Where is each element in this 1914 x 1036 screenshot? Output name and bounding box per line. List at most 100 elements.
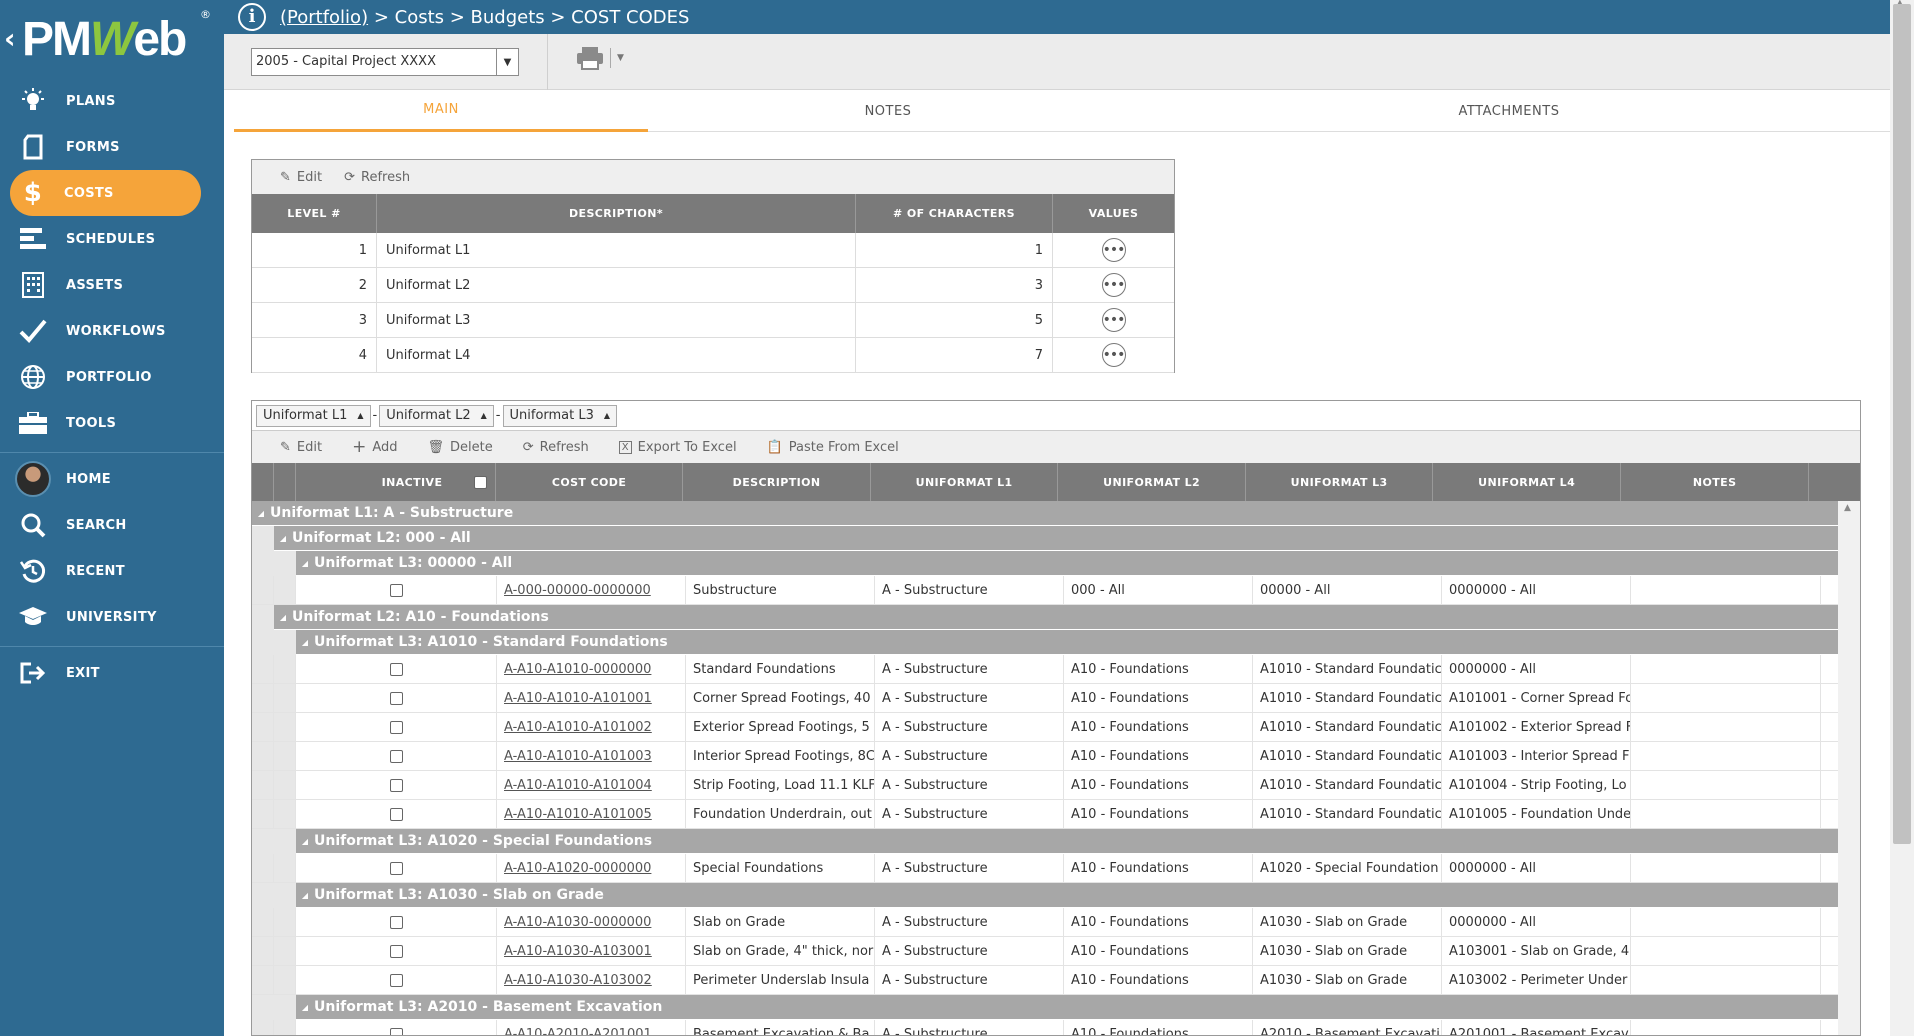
- table-row[interactable]: A-A10-A1010-A101004 Strip Footing, Load 1…: [252, 771, 1838, 800]
- column-header-characters[interactable]: # OF CHARACTERS: [856, 194, 1053, 233]
- inactive-checkbox[interactable]: [389, 861, 403, 875]
- sidebar-item-workflows[interactable]: WORKFLOWS: [0, 308, 224, 354]
- sort-ascending-icon[interactable]: ▲: [357, 411, 363, 420]
- page-scrollbar[interactable]: ▲: [1890, 0, 1914, 1036]
- pmweb-logo[interactable]: ‹ PMWeb ®: [0, 0, 224, 78]
- table-row[interactable]: A-A10-A1030-A103002 Perimeter Underslab I…: [252, 966, 1838, 995]
- edit-button[interactable]: ✎ Edit: [280, 170, 322, 185]
- collapse-chevron-icon[interactable]: ‹: [4, 22, 16, 55]
- collapse-triangle-icon[interactable]: ◢: [274, 613, 292, 622]
- inactive-checkbox[interactable]: [389, 691, 403, 705]
- project-select[interactable]: 2005 - Capital Project XXXX ▼: [251, 48, 519, 76]
- table-row[interactable]: A-A10-A1010-A101002 Exterior Spread Footi…: [252, 713, 1838, 742]
- sidebar-item-portfolio[interactable]: PORTFOLIO: [0, 354, 224, 400]
- refresh-button[interactable]: ⟳ Refresh: [523, 440, 589, 455]
- paste-from-excel-button[interactable]: 📋 Paste From Excel: [767, 440, 899, 455]
- group-row[interactable]: ◢ Uniformat L2: A10 - Foundations: [252, 604, 1838, 630]
- cost-code-link[interactable]: A-A10-A1030-A103002: [504, 973, 652, 988]
- sidebar-item-university[interactable]: UNIVERSITY: [0, 594, 224, 640]
- sort-ascending-icon[interactable]: ▲: [604, 411, 610, 420]
- cost-code-link[interactable]: A-A10-A1010-A101004: [504, 778, 652, 793]
- cost-code-link[interactable]: A-A10-A1030-A103001: [504, 944, 652, 959]
- sort-ascending-icon[interactable]: ▲: [481, 411, 487, 420]
- collapse-triangle-icon[interactable]: ◢: [252, 509, 270, 518]
- cost-code-link[interactable]: A-000-00000-0000000: [504, 583, 651, 598]
- inactive-checkbox[interactable]: [389, 662, 403, 676]
- cost-code-link[interactable]: A-A10-A1010-A101002: [504, 720, 652, 735]
- sidebar-item-assets[interactable]: ASSETS: [0, 262, 224, 308]
- column-header-description[interactable]: DESCRIPTION: [683, 463, 871, 501]
- group-row[interactable]: ◢ Uniformat L3: A1020 - Special Foundatio…: [252, 828, 1838, 854]
- group-by-chip[interactable]: Uniformat L3 ▲: [502, 404, 618, 427]
- table-row[interactable]: A-A10-A1010-0000000 Standard Foundations A…: [252, 655, 1838, 684]
- cost-code-link[interactable]: A-A10-A1010-A101003: [504, 749, 652, 764]
- sidebar-item-costs[interactable]: $ COSTS: [10, 170, 201, 216]
- collapse-triangle-icon[interactable]: ◢: [296, 559, 314, 568]
- tab-main[interactable]: MAIN: [234, 90, 648, 132]
- group-row[interactable]: ◢ Uniformat L3: 00000 - All: [252, 550, 1838, 576]
- table-row[interactable]: 2 Uniformat L2 3 •••: [252, 268, 1174, 303]
- table-row[interactable]: A-A10-A1010-A101001 Corner Spread Footing…: [252, 684, 1838, 713]
- table-row[interactable]: A-A10-A1030-A103001 Slab on Grade, 4" thi…: [252, 937, 1838, 966]
- table-row[interactable]: A-A10-A1010-A101005 Foundation Underdrain…: [252, 800, 1838, 829]
- column-header-values[interactable]: VALUES: [1053, 194, 1174, 233]
- sidebar-item-forms[interactable]: FORMS: [0, 124, 224, 170]
- table-row[interactable]: 1 Uniformat L1 1 •••: [252, 233, 1174, 268]
- collapse-triangle-icon[interactable]: ◢: [274, 534, 292, 543]
- cost-code-link[interactable]: A-A10-A2010-A201001: [504, 1027, 652, 1036]
- inactive-checkbox[interactable]: [389, 1027, 403, 1035]
- table-row[interactable]: A-A10-A1030-0000000 Slab on Grade A - Subs…: [252, 908, 1838, 937]
- column-header-notes[interactable]: NOTES: [1621, 463, 1810, 501]
- scroll-up-icon[interactable]: ▲: [1844, 503, 1851, 513]
- select-all-checkbox[interactable]: [473, 475, 487, 489]
- sidebar-item-search[interactable]: SEARCH: [0, 502, 224, 548]
- inactive-checkbox[interactable]: [389, 720, 403, 734]
- sidebar-item-tools[interactable]: TOOLS: [0, 400, 224, 446]
- cost-code-link[interactable]: A-A10-A1030-0000000: [504, 915, 651, 930]
- info-icon[interactable]: i: [238, 3, 266, 31]
- cost-code-link[interactable]: A-A10-A1010-A101001: [504, 691, 652, 706]
- group-row[interactable]: ◢ Uniformat L2: 000 - All: [252, 525, 1838, 551]
- column-header-cost-code[interactable]: COST CODE: [496, 463, 684, 501]
- values-ellipsis-icon[interactable]: •••: [1101, 273, 1126, 297]
- tab-notes[interactable]: NOTES: [648, 90, 1128, 132]
- scrollbar-thumb[interactable]: [1893, 4, 1911, 844]
- inactive-checkbox[interactable]: [389, 973, 403, 987]
- column-header-level[interactable]: LEVEL #: [252, 194, 377, 233]
- export-to-excel-button[interactable]: X Export To Excel: [618, 440, 737, 455]
- collapse-triangle-icon[interactable]: ◢: [296, 891, 314, 900]
- group-row[interactable]: ◢ Uniformat L1: A - Substructure: [252, 501, 1838, 526]
- cost-code-link[interactable]: A-A10-A1020-0000000: [504, 861, 651, 876]
- column-header-uniformat-l2[interactable]: UNIFORMAT L2: [1058, 463, 1246, 501]
- refresh-button[interactable]: ⟳ Refresh: [344, 170, 410, 185]
- collapse-triangle-icon[interactable]: ◢: [296, 837, 314, 846]
- sidebar-item-schedules[interactable]: SCHEDULES: [0, 216, 224, 262]
- edit-button[interactable]: ✎ Edit: [280, 440, 322, 455]
- column-header-uniformat-l1[interactable]: UNIFORMAT L1: [871, 463, 1059, 501]
- column-header-uniformat-l4[interactable]: UNIFORMAT L4: [1433, 463, 1621, 501]
- values-ellipsis-icon[interactable]: •••: [1101, 308, 1126, 332]
- grid-scrollbar[interactable]: ▲: [1838, 501, 1860, 1035]
- cost-code-link[interactable]: A-A10-A1010-0000000: [504, 662, 651, 677]
- table-row[interactable]: A-A10-A2010-A201001 Basement Excavation &…: [252, 1020, 1838, 1036]
- collapse-triangle-icon[interactable]: ◢: [296, 638, 314, 647]
- print-dropdown-icon[interactable]: ▼: [617, 53, 624, 63]
- values-ellipsis-icon[interactable]: •••: [1101, 343, 1126, 367]
- values-ellipsis-icon[interactable]: •••: [1101, 238, 1126, 262]
- group-row[interactable]: ◢ Uniformat L3: A1010 - Standard Foundati…: [252, 629, 1838, 655]
- inactive-checkbox[interactable]: [389, 583, 403, 597]
- sidebar-item-plans[interactable]: PLANS: [0, 78, 224, 124]
- table-row[interactable]: A-A10-A1010-A101003 Interior Spread Footi…: [252, 742, 1838, 771]
- cost-code-link[interactable]: A-A10-A1010-A101005: [504, 807, 652, 822]
- table-row[interactable]: A-000-00000-0000000 Substructure A - Subst…: [252, 576, 1838, 605]
- sidebar-item-recent[interactable]: RECENT: [0, 548, 224, 594]
- column-header-description[interactable]: DESCRIPTION*: [377, 194, 856, 233]
- print-button[interactable]: ▼: [576, 46, 624, 70]
- group-row[interactable]: ◢ Uniformat L3: A2010 - Basement Excavati…: [252, 994, 1838, 1020]
- table-row[interactable]: 4 Uniformat L4 7 •••: [252, 338, 1174, 373]
- collapse-triangle-icon[interactable]: ◢: [296, 1003, 314, 1012]
- table-row[interactable]: A-A10-A1020-0000000 Special Foundations A …: [252, 854, 1838, 883]
- sidebar-item-home[interactable]: HOME: [0, 456, 224, 502]
- inactive-checkbox[interactable]: [389, 915, 403, 929]
- dropdown-arrow-icon[interactable]: ▼: [496, 49, 518, 75]
